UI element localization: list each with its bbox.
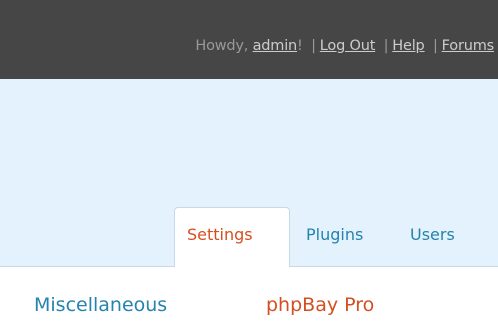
user-info: Howdy, admin! | Log Out | Help | Forums	[195, 38, 494, 54]
greeting-prefix: Howdy,	[195, 38, 253, 54]
greeting-suffix: !	[297, 38, 303, 54]
logout-link[interactable]: Log Out	[320, 38, 376, 54]
tab-plugins[interactable]: Plugins	[306, 225, 363, 244]
admin-top-bar: Howdy, admin! | Log Out | Help | Forums	[0, 0, 498, 79]
tab-users[interactable]: Users	[410, 225, 455, 244]
submenu-item-miscellaneous[interactable]: Miscellaneous	[34, 294, 167, 316]
forums-link[interactable]: Forums	[442, 38, 495, 54]
help-link[interactable]: Help	[392, 38, 424, 54]
separator: |	[383, 38, 389, 54]
separator: |	[311, 38, 316, 54]
submenu-item-phpbay-pro[interactable]: phpBay Pro	[266, 294, 374, 316]
tab-settings-label[interactable]: Settings	[187, 225, 253, 244]
username-link[interactable]: admin	[253, 38, 298, 54]
separator: |	[432, 38, 438, 54]
